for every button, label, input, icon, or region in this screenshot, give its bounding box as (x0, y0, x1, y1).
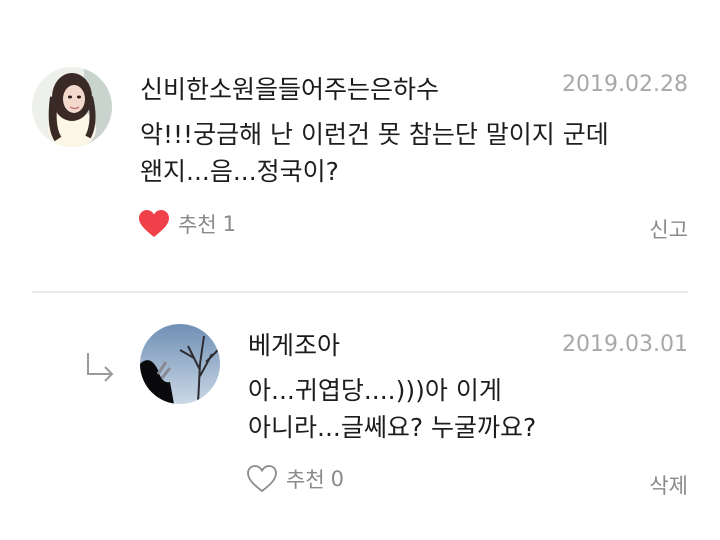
author-name[interactable]: 신비한소원을들어주는은하수 (140, 70, 439, 106)
comment-text: 악!!!궁금해 난 이런건 못 참는단 말이지 군데 왠지...음...정국이? (140, 116, 609, 190)
like-label: 추천 (286, 468, 325, 492)
reply-text-line: 아니라...글쎄요? 누굴까요? (248, 413, 537, 442)
comment-date: 2019.02.28 (562, 72, 688, 97)
avatar[interactable] (32, 67, 112, 147)
like-button[interactable]: 추천 0 (246, 464, 344, 494)
reply-item: 베게조아 2019.03.01 아...귀엽당....)))아 이게 아니라..… (0, 292, 720, 540)
avatar-photo (140, 324, 220, 404)
delete-button[interactable]: 삭제 (649, 470, 688, 500)
reply-date: 2019.03.01 (562, 332, 688, 357)
author-name[interactable]: 베게조아 (248, 326, 340, 362)
heart-outline-icon (247, 465, 277, 493)
like-count: 0 (330, 467, 345, 491)
reply-text-line: 아...귀엽당....)))아 이게 (248, 376, 502, 405)
avatar-photo (32, 67, 112, 147)
comment-text-line: 악!!!궁금해 난 이런건 못 참는단 말이지 군데 (140, 120, 609, 149)
like-count: 1 (222, 212, 237, 236)
reply-arrow-icon (87, 353, 114, 382)
heart-filled-icon (139, 210, 169, 237)
like-label: 추천 (178, 213, 217, 237)
comment-text-line: 왠지...음...정국이? (140, 157, 339, 186)
like-button[interactable]: 추천 1 (138, 209, 236, 239)
avatar[interactable] (140, 324, 220, 404)
report-button[interactable]: 신고 (649, 214, 688, 244)
comment-item: 신비한소원을들어주는은하수 2019.02.28 악!!!궁금해 난 이런건 못… (0, 0, 720, 290)
reply-text: 아...귀엽당....)))아 이게 아니라...글쎄요? 누굴까요? (248, 372, 536, 446)
